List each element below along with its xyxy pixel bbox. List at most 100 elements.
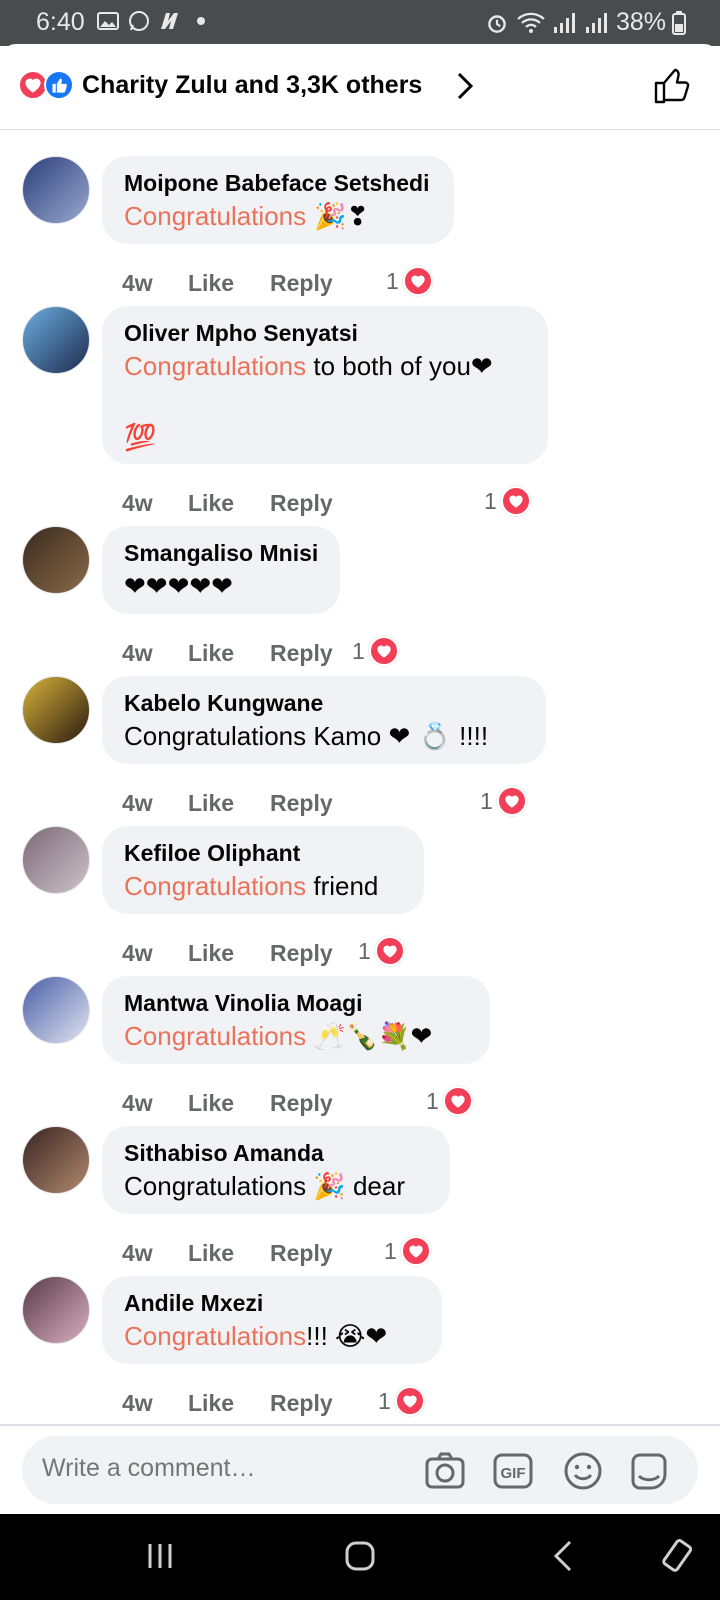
reaction-count-number: 1 — [384, 1237, 397, 1264]
comment-text: Congratulations 🥂🍾💐❤ — [124, 1018, 468, 1055]
comment-item: Moipone Babeface Setshedi Congratulations… — [0, 156, 720, 306]
comment-text: Congratulations friend — [124, 868, 402, 905]
comment-bubble[interactable]: Kabelo Kungwane Congratulations Kamo ❤ 💍 … — [102, 676, 546, 764]
comment-input[interactable] — [42, 1454, 402, 1483]
like-button[interactable]: Like — [188, 940, 270, 967]
avatar[interactable] — [22, 826, 90, 894]
reaction-count-number: 1 — [484, 487, 497, 514]
highlight-text: Congratulations — [124, 1021, 307, 1051]
avatar[interactable] — [22, 976, 90, 1044]
signal-icon — [553, 12, 575, 33]
comment-emoji: ❤ — [470, 352, 493, 382]
comment-text: Congratulations to both of you❤ — [124, 348, 526, 385]
gif-icon[interactable]: GIF — [492, 1450, 534, 1492]
avatar[interactable] — [22, 1126, 90, 1194]
avatar[interactable] — [22, 526, 90, 594]
avatar[interactable] — [22, 676, 90, 744]
comment-text: Congratulations 🎉❣ — [124, 198, 432, 235]
commenter-name[interactable]: Sithabiso Amanda — [124, 1138, 428, 1168]
like-outline-icon[interactable] — [652, 66, 692, 106]
like-button[interactable]: Like — [188, 1390, 270, 1417]
comment-extra-emoji: 💯 — [124, 423, 157, 453]
battery-text: 38% — [615, 8, 666, 36]
comment-list[interactable]: Moipone Babeface Setshedi Congratulations… — [0, 131, 720, 1464]
like-button[interactable]: Like — [188, 1240, 270, 1267]
reaction-count[interactable]: 1 — [426, 1086, 473, 1116]
reply-button[interactable]: Reply — [270, 1390, 350, 1417]
recent-apps-icon[interactable] — [142, 1538, 178, 1574]
comment-bubble[interactable]: Oliver Mpho Senyatsi Congratulations to b… — [102, 306, 548, 464]
avatar[interactable] — [22, 156, 90, 224]
notification-icons — [96, 9, 205, 33]
comment-bubble[interactable]: Kefiloe Oliphant Congratulations friend — [102, 826, 424, 914]
reply-button[interactable]: Reply — [270, 640, 350, 667]
signal-icon — [585, 12, 607, 33]
commenter-name[interactable]: Smangaliso Mnisi — [124, 538, 318, 568]
camera-icon[interactable] — [424, 1450, 466, 1492]
reply-button[interactable]: Reply — [270, 1090, 350, 1117]
commenter-name[interactable]: Oliver Mpho Senyatsi — [124, 318, 526, 348]
svg-text:GIF: GIF — [501, 1465, 526, 1482]
commenter-name[interactable]: Kefiloe Oliphant — [124, 838, 402, 868]
comment-time: 4w — [122, 1240, 153, 1266]
highlight-text: Congratulations — [124, 201, 307, 231]
composer-divider — [0, 1424, 720, 1426]
reaction-count[interactable]: 1 — [352, 636, 399, 666]
comment-item: Mantwa Vinolia Moagi Congratulations 🥂🍾💐❤… — [0, 976, 720, 1126]
comment-emoji: 🎉❣ — [306, 202, 369, 232]
reaction-count-number: 1 — [480, 787, 493, 814]
reaction-count[interactable]: 1 — [358, 936, 405, 966]
back-icon[interactable] — [546, 1538, 582, 1574]
comment-actions: 4w Like Reply — [122, 1390, 350, 1417]
reply-button[interactable]: Reply — [270, 1240, 350, 1267]
reactions-header[interactable]: Charity Zulu and 3,3K others — [0, 44, 720, 130]
emoji-icon[interactable] — [562, 1450, 604, 1492]
highlight-text: Congratulations — [124, 1321, 307, 1351]
commenter-name[interactable]: Andile Mxezi — [124, 1288, 420, 1318]
reply-button[interactable]: Reply — [270, 490, 350, 517]
comment-actions: 4w Like Reply — [122, 790, 350, 817]
reaction-count[interactable]: 1 — [484, 486, 531, 516]
avatar[interactable] — [22, 1276, 90, 1344]
comment-item: Smangaliso Mnisi ❤❤❤❤❤ 4w Like Reply 1 — [0, 526, 720, 676]
commenter-name[interactable]: Kabelo Kungwane — [124, 688, 524, 718]
reactions-title[interactable]: Charity Zulu and 3,3K others — [82, 71, 422, 100]
reaction-count[interactable]: 1 — [386, 266, 433, 296]
app-n-icon — [161, 13, 178, 29]
avatar[interactable] — [22, 306, 90, 374]
reaction-count[interactable]: 1 — [384, 1236, 431, 1266]
comment-item: Andile Mxezi Congratulations!!! 😭❤ 4w Like R… — [0, 1276, 720, 1426]
heart-reaction-icon — [394, 1386, 425, 1416]
comment-item: Kefiloe Oliphant Congratulations friend 4w… — [0, 826, 720, 976]
like-button[interactable]: Like — [188, 270, 270, 297]
like-button[interactable]: Like — [188, 640, 270, 667]
like-button[interactable]: Like — [188, 490, 270, 517]
comment-composer[interactable]: GIF — [22, 1436, 698, 1504]
comment-bubble[interactable]: Moipone Babeface Setshedi Congratulations… — [102, 156, 454, 244]
commenter-name[interactable]: Mantwa Vinolia Moagi — [124, 988, 468, 1018]
rotate-icon[interactable] — [660, 1538, 696, 1574]
reaction-count[interactable]: 1 — [378, 1386, 425, 1416]
home-icon[interactable] — [342, 1538, 378, 1574]
reaction-summary — [18, 70, 76, 100]
comment-bubble[interactable]: Sithabiso Amanda Congratulations 🎉 dear — [102, 1126, 450, 1214]
commenter-name[interactable]: Moipone Babeface Setshedi — [124, 168, 432, 198]
like-reaction-icon — [44, 70, 74, 100]
sticker-icon[interactable] — [628, 1450, 670, 1492]
chevron-right-icon[interactable] — [455, 70, 477, 102]
reaction-count-number: 1 — [358, 937, 371, 964]
comment-actions: 4w Like Reply — [122, 640, 350, 667]
reply-button[interactable]: Reply — [270, 940, 350, 967]
reaction-count[interactable]: 1 — [480, 786, 527, 816]
comment-emoji: 🎉 — [313, 1172, 346, 1202]
comment-bubble[interactable]: Smangaliso Mnisi ❤❤❤❤❤ — [102, 526, 340, 614]
comment-time: 4w — [122, 940, 153, 966]
like-button[interactable]: Like — [188, 790, 270, 817]
heart-reaction-icon — [374, 936, 405, 966]
reply-button[interactable]: Reply — [270, 270, 350, 297]
comment-bubble[interactable]: Mantwa Vinolia Moagi Congratulations 🥂🍾💐❤ — [102, 976, 490, 1064]
comment-emoji: 😭❤ — [335, 1322, 388, 1352]
comment-bubble[interactable]: Andile Mxezi Congratulations!!! 😭❤ — [102, 1276, 442, 1364]
like-button[interactable]: Like — [188, 1090, 270, 1117]
reply-button[interactable]: Reply — [270, 790, 350, 817]
